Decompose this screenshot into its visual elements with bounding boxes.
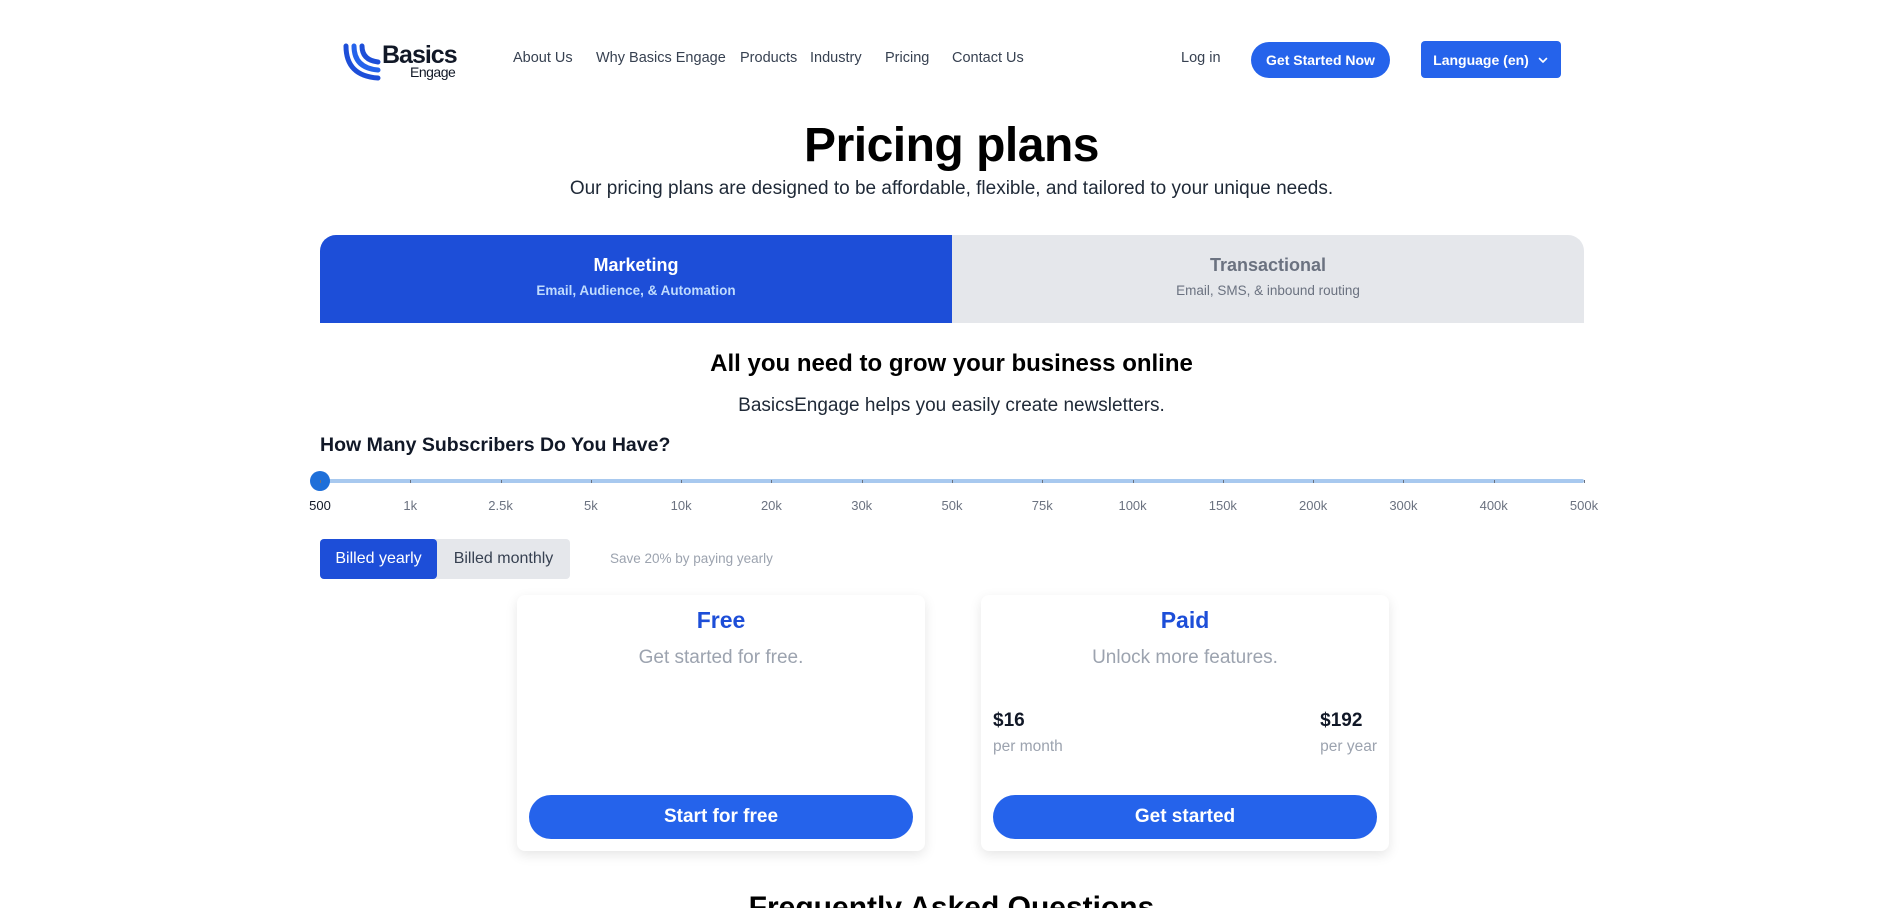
brand-logo[interactable]: Basics Engage xyxy=(342,40,467,82)
brand-mark-icon xyxy=(343,43,381,81)
language-label: Language (en) xyxy=(1433,51,1529,68)
section-heading: All you need to grow your business onlin… xyxy=(710,350,1193,377)
nav-products[interactable]: Products xyxy=(740,50,797,66)
brand-subname: Engage xyxy=(410,64,456,80)
plan-card-free: Free Get started for free. Start for fre… xyxy=(517,595,925,851)
tab-transactional-title: Transactional xyxy=(1209,255,1327,275)
subscribers-slider-track[interactable] xyxy=(310,471,1585,491)
get-started-now-label: Get Started Now xyxy=(1266,52,1375,68)
slider-label: 300k xyxy=(1389,498,1418,513)
product-tabs: Marketing Email, Audience, & Automation … xyxy=(320,235,1584,323)
chevron-down-icon xyxy=(1538,57,1548,63)
billing-toggle: Billed yearly Billed monthly xyxy=(320,539,570,579)
slider-tick xyxy=(861,480,863,483)
start-for-free-label: Start for free xyxy=(663,806,779,827)
nav-industry[interactable]: Industry xyxy=(810,50,862,66)
slider-label: 100k xyxy=(1118,498,1147,513)
slider-label: 500k xyxy=(1569,498,1599,513)
slider-label: 200k xyxy=(1299,498,1328,513)
slider-tick xyxy=(410,480,412,483)
get-started-button[interactable]: Get started xyxy=(993,795,1377,839)
tab-marketing[interactable]: Marketing Email, Audience, & Automation xyxy=(320,235,952,323)
slider-label: 20k xyxy=(760,498,782,513)
slider-tick xyxy=(500,480,502,483)
billed-monthly-button[interactable]: Billed monthly xyxy=(437,539,570,579)
nav-contact-us[interactable]: Contact Us xyxy=(952,50,1024,66)
plan-name: Free xyxy=(696,607,746,633)
plan-name: Paid xyxy=(1160,607,1210,633)
plan-description: Get started for free. xyxy=(638,647,804,668)
slider-label: 10k xyxy=(670,498,692,513)
slider-tick xyxy=(771,480,773,483)
login-link[interactable]: Log in xyxy=(1181,50,1221,66)
slider-label: 500 xyxy=(309,498,331,513)
slider-tick xyxy=(320,480,321,483)
slider-tick xyxy=(1493,480,1495,483)
slider-tick xyxy=(952,480,953,483)
billed-yearly-button[interactable]: Billed yearly xyxy=(320,539,437,579)
page-subtitle: Our pricing plans are designed to be aff… xyxy=(569,178,1334,199)
slider-tick xyxy=(1132,480,1134,483)
tab-transactional[interactable]: Transactional Email, SMS, & inbound rout… xyxy=(952,235,1584,323)
faq-heading: Frequently Asked Questions xyxy=(748,891,1155,908)
monthly-price-period: per month xyxy=(993,738,1063,755)
nav-pricing[interactable]: Pricing xyxy=(885,50,929,66)
site-header: Basics Engage About Us Why Basics Engage… xyxy=(0,0,1898,118)
get-started-label: Get started xyxy=(1134,806,1236,827)
monthly-price-amount: $16 xyxy=(993,710,1025,731)
billed-monthly-label: Billed monthly xyxy=(453,550,554,567)
slider-label: 50k xyxy=(941,498,963,513)
monthly-price: $16 per month xyxy=(993,710,1063,756)
slider-label: 2.5k xyxy=(488,498,513,513)
section-subtitle: BasicsEngage helps you easily create new… xyxy=(738,395,1165,416)
slider-label: 75k xyxy=(1031,498,1053,513)
tab-marketing-subtitle: Email, Audience, & Automation xyxy=(536,283,736,298)
language-select[interactable]: Language (en) xyxy=(1421,41,1561,78)
nav-why-basics-engage[interactable]: Why Basics Engage xyxy=(596,50,726,66)
yearly-price-amount: $192 xyxy=(1320,710,1363,731)
slider-label: 30k xyxy=(851,498,873,513)
slider-label: 1k xyxy=(403,498,418,513)
slider-label: 5k xyxy=(583,498,598,513)
slider-tick xyxy=(681,480,683,483)
slider-tick xyxy=(1313,480,1315,483)
start-for-free-button[interactable]: Start for free xyxy=(529,795,913,839)
billed-yearly-label: Billed yearly xyxy=(335,550,422,567)
yearly-price-period: per year xyxy=(1320,738,1377,755)
subscribers-question: How Many Subscribers Do You Have? xyxy=(320,434,671,456)
slider-tick xyxy=(1403,480,1405,483)
slider-tick xyxy=(1042,480,1044,483)
plan-card-paid: Paid Unlock more features. $16 per month… xyxy=(981,595,1389,851)
slider-tick xyxy=(1584,480,1585,483)
get-started-now-button[interactable]: Get Started Now xyxy=(1251,42,1390,78)
page-title: Pricing plans xyxy=(804,119,1099,172)
save-note: Save 20% by paying yearly xyxy=(610,551,773,566)
slider-tick xyxy=(1222,480,1224,483)
tab-transactional-subtitle: Email, SMS, & inbound routing xyxy=(1176,283,1360,298)
plan-description: Unlock more features. xyxy=(1092,647,1278,668)
tab-marketing-title: Marketing xyxy=(593,255,679,275)
nav-about-us[interactable]: About Us xyxy=(513,50,573,66)
yearly-price: $192 per year xyxy=(1320,710,1377,756)
slider-tick xyxy=(590,480,592,483)
slider-label: 400k xyxy=(1479,498,1508,513)
slider-label: 150k xyxy=(1208,498,1237,513)
